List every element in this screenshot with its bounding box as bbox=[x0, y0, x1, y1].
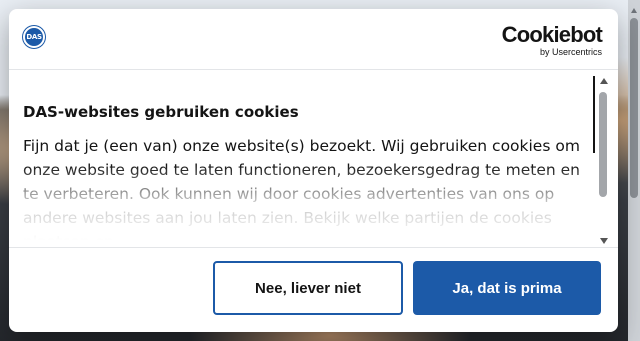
content-scroll-up-arrow-icon[interactable] bbox=[600, 78, 608, 84]
cookie-consent-dialog: DAS Cookiebot by Usercentrics DAS-websit… bbox=[9, 9, 618, 332]
dialog-header: DAS Cookiebot by Usercentrics bbox=[9, 9, 618, 70]
cookiebot-logo-subtitle: by Usercentrics bbox=[539, 47, 602, 57]
content-scrollbar[interactable] bbox=[598, 76, 608, 246]
das-logo: DAS bbox=[23, 26, 45, 48]
content-fade-overlay bbox=[9, 165, 609, 247]
cookiebot-logo-name: Cookiebot bbox=[501, 22, 603, 47]
consent-title: DAS-websites gebruiken cookies bbox=[23, 103, 299, 121]
page-scroll-thumb[interactable] bbox=[630, 18, 638, 198]
content-scroll-thumb[interactable] bbox=[599, 92, 607, 197]
page-scrollbar[interactable] bbox=[628, 0, 640, 341]
page-scroll-up-arrow-icon[interactable] bbox=[631, 8, 637, 13]
content-scroll-down-arrow-icon[interactable] bbox=[600, 238, 608, 244]
cookiebot-logo[interactable]: Cookiebot by Usercentrics bbox=[501, 22, 603, 58]
consent-content-scroll-area[interactable]: DAS-websites gebruiken cookies Fijn dat … bbox=[9, 70, 618, 247]
decline-button[interactable]: Nee, liever niet bbox=[213, 261, 403, 315]
dialog-footer: Nee, liever niet Ja, dat is prima bbox=[9, 247, 618, 332]
accept-button[interactable]: Ja, dat is prima bbox=[413, 261, 601, 315]
content-focus-line bbox=[593, 76, 595, 153]
